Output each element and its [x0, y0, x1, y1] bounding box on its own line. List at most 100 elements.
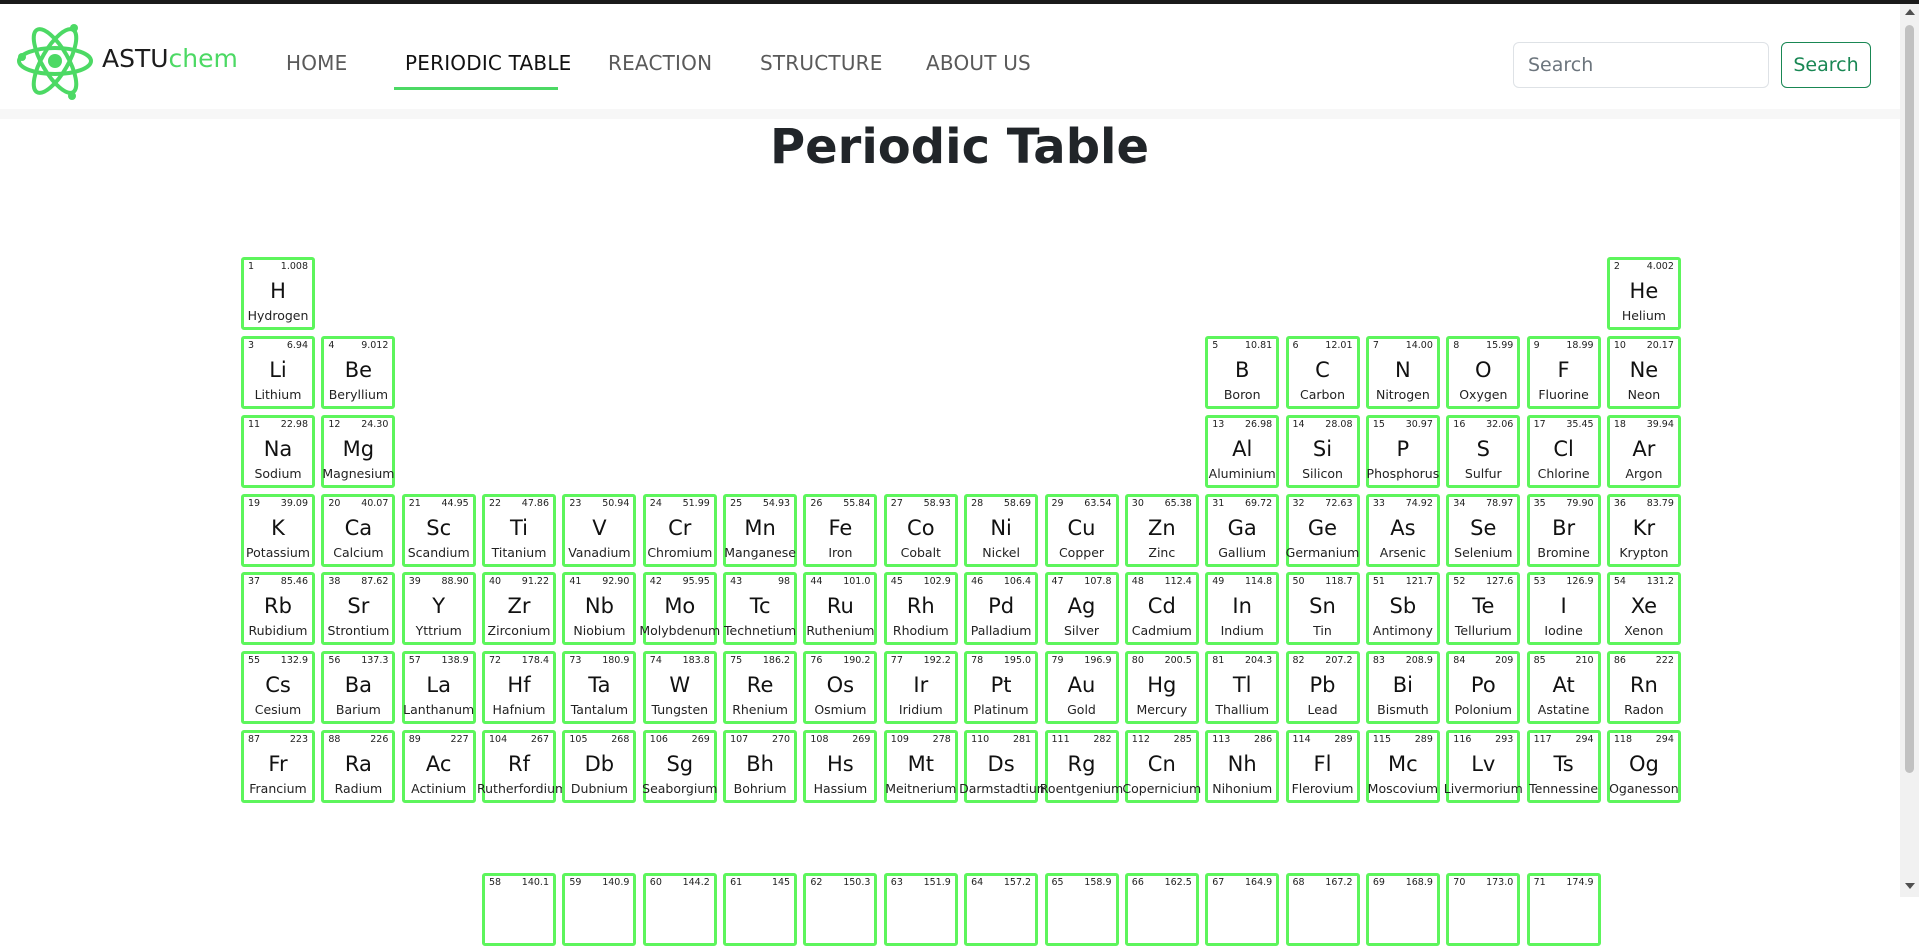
element-cell[interactable]: 20 40.07 Ca Calcium — [321, 494, 396, 567]
element-cell[interactable]: 13 26.98 Al Aluminium — [1205, 415, 1280, 488]
element-cell[interactable]: 108 269 Hs Hassium — [803, 730, 878, 803]
element-cell[interactable]: 39 88.90 Y Yttrium — [401, 572, 476, 645]
element-cell[interactable]: 87 223 Fr Francium — [241, 730, 315, 803]
element-cell[interactable]: 88 226 Ra Radium — [321, 730, 396, 803]
element-cell[interactable]: 107 270 Bh Bohrium — [723, 730, 798, 803]
element-cell[interactable]: 42 95.95 Mo Molybdenum — [639, 572, 720, 645]
element-cell[interactable]: 10 20.17 Ne Neon — [1606, 336, 1681, 409]
element-cell[interactable]: 11 22.98 Na Sodium — [241, 415, 315, 488]
element-cell[interactable]: 70 173.0 — [1446, 873, 1521, 946]
element-cell[interactable]: 117 294 Ts Tennessine — [1526, 730, 1601, 803]
element-cell[interactable]: 58 140.1 — [482, 873, 556, 946]
element-cell[interactable]: 62 150.3 — [803, 873, 878, 946]
element-cell[interactable]: 85 210 At Astatine — [1526, 651, 1601, 724]
brand-name[interactable]: ASTUchem — [102, 44, 238, 74]
element-cell[interactable]: 115 289 Mc Moscovium — [1365, 730, 1440, 803]
element-cell[interactable]: 67 164.9 — [1205, 873, 1280, 946]
element-cell[interactable]: 105 268 Db Dubnium — [562, 730, 637, 803]
element-cell[interactable]: 36 83.79 Kr Krypton — [1606, 494, 1681, 567]
element-cell[interactable]: 57 138.9 La Lanthanum — [401, 651, 476, 724]
element-cell[interactable]: 45 102.9 Rh Rhodium — [883, 572, 958, 645]
element-cell[interactable]: 4 9.012 Be Beryllium — [321, 336, 396, 409]
element-cell[interactable]: 118 294 Og Oganesson — [1606, 730, 1681, 803]
element-cell[interactable]: 46 106.4 Pd Palladium — [964, 572, 1039, 645]
element-cell[interactable]: 66 162.5 — [1124, 873, 1199, 946]
search-input[interactable] — [1513, 42, 1769, 88]
element-cell[interactable]: 34 78.97 Se Selenium — [1446, 494, 1521, 567]
element-cell[interactable]: 17 35.45 Cl Chlorine — [1526, 415, 1601, 488]
element-cell[interactable]: 65 158.9 — [1044, 873, 1119, 946]
element-cell[interactable]: 60 144.2 — [642, 873, 717, 946]
element-cell[interactable]: 1 1.008 H Hydrogen — [241, 257, 315, 330]
element-cell[interactable]: 41 92.90 Nb Niobium — [562, 572, 637, 645]
scroll-down-arrow-icon[interactable] — [1905, 883, 1915, 889]
element-cell[interactable]: 37 85.46 Rb Rubidium — [241, 572, 315, 645]
element-cell[interactable]: 80 200.5 Hg Mercury — [1124, 651, 1199, 724]
element-cell[interactable]: 24 51.99 Cr Chromium — [642, 494, 717, 567]
element-cell[interactable]: 26 55.84 Fe Iron — [803, 494, 878, 567]
element-cell[interactable]: 116 293 Lv Livermorium — [1444, 730, 1523, 803]
element-cell[interactable]: 111 282 Rg Roentgenium — [1040, 730, 1123, 803]
element-cell[interactable]: 68 167.2 — [1285, 873, 1360, 946]
element-cell[interactable]: 78 195.0 Pt Platinum — [964, 651, 1039, 724]
element-cell[interactable]: 30 65.38 Zn Zinc — [1124, 494, 1199, 567]
element-cell[interactable]: 12 24.30 Mg Magnesium — [321, 415, 396, 488]
search-button[interactable]: Search — [1781, 42, 1871, 88]
element-cell[interactable]: 83 208.9 Bi Bismuth — [1365, 651, 1440, 724]
element-cell[interactable]: 44 101.0 Ru Ruthenium — [803, 572, 878, 645]
element-cell[interactable]: 76 190.2 Os Osmium — [803, 651, 878, 724]
element-cell[interactable]: 33 74.92 As Arsenic — [1365, 494, 1440, 567]
element-cell[interactable]: 35 79.90 Br Bromine — [1526, 494, 1601, 567]
element-cell[interactable]: 86 222 Rn Radon — [1606, 651, 1681, 724]
element-cell[interactable]: 113 286 Nh Nihonium — [1205, 730, 1280, 803]
element-cell[interactable]: 106 269 Sg Seaborgium — [642, 730, 717, 803]
element-cell[interactable]: 19 39.09 K Potassium — [241, 494, 315, 567]
element-cell[interactable]: 112 285 Cn Copernicium — [1122, 730, 1201, 803]
element-cell[interactable]: 72 178.4 Hf Hafnium — [482, 651, 556, 724]
element-cell[interactable]: 21 44.95 Sc Scandium — [401, 494, 476, 567]
element-cell[interactable]: 79 196.9 Au Gold — [1044, 651, 1119, 724]
element-cell[interactable]: 49 114.8 In Indium — [1205, 572, 1280, 645]
element-cell[interactable]: 25 54.93 Mn Manganese — [723, 494, 798, 567]
element-cell[interactable]: 28 58.69 Ni Nickel — [964, 494, 1039, 567]
element-cell[interactable]: 43 98 Tc Technetium — [723, 572, 798, 645]
element-cell[interactable]: 53 126.9 I Iodine — [1526, 572, 1601, 645]
element-cell[interactable]: 110 281 Ds Darmstadtium — [959, 730, 1049, 803]
element-cell[interactable]: 81 204.3 Tl Thallium — [1205, 651, 1280, 724]
element-cell[interactable]: 23 50.94 V Vanadium — [562, 494, 637, 567]
element-cell[interactable]: 7 14.00 N Nitrogen — [1365, 336, 1440, 409]
nav-home[interactable]: HOME — [286, 50, 347, 76]
element-cell[interactable]: 32 72.63 Ge Germanium — [1285, 494, 1360, 567]
element-cell[interactable]: 61 145 — [723, 873, 798, 946]
element-cell[interactable]: 114 289 Fl Flerovium — [1285, 730, 1360, 803]
element-cell[interactable]: 104 267 Rf Rutherfordium — [477, 730, 567, 803]
element-cell[interactable]: 59 140.9 — [562, 873, 637, 946]
element-cell[interactable]: 109 278 Mt Meitnerium — [883, 730, 958, 803]
element-cell[interactable]: 47 107.8 Ag Silver — [1044, 572, 1119, 645]
element-cell[interactable]: 3 6.94 Li Lithium — [241, 336, 315, 409]
element-cell[interactable]: 6 12.01 C Carbon — [1285, 336, 1360, 409]
element-cell[interactable]: 52 127.6 Te Tellurium — [1446, 572, 1521, 645]
element-cell[interactable]: 16 32.06 S Sulfur — [1446, 415, 1521, 488]
element-cell[interactable]: 55 132.9 Cs Cesium — [241, 651, 315, 724]
element-cell[interactable]: 75 186.2 Re Rhenium — [723, 651, 798, 724]
element-cell[interactable]: 89 227 Ac Actinium — [401, 730, 476, 803]
element-cell[interactable]: 27 58.93 Co Cobalt — [883, 494, 958, 567]
element-cell[interactable]: 18 39.94 Ar Argon — [1606, 415, 1681, 488]
nav-about-us[interactable]: ABOUT US — [926, 50, 1031, 76]
element-cell[interactable]: 8 15.99 O Oxygen — [1446, 336, 1521, 409]
element-cell[interactable]: 82 207.2 Pb Lead — [1285, 651, 1360, 724]
element-cell[interactable]: 73 180.9 Ta Tantalum — [562, 651, 637, 724]
element-cell[interactable]: 22 47.86 Ti Titanium — [482, 494, 556, 567]
nav-structure[interactable]: STRUCTURE — [760, 50, 883, 76]
element-cell[interactable]: 69 168.9 — [1365, 873, 1440, 946]
element-cell[interactable]: 5 10.81 B Boron — [1205, 336, 1280, 409]
nav-periodic-table[interactable]: PERIODIC TABLE — [405, 50, 572, 76]
element-cell[interactable]: 84 209 Po Polonium — [1446, 651, 1521, 724]
element-cell[interactable]: 2 4.002 He Helium — [1606, 257, 1681, 330]
element-cell[interactable]: 64 157.2 — [964, 873, 1039, 946]
element-cell[interactable]: 74 183.8 W Tungsten — [642, 651, 717, 724]
element-cell[interactable]: 14 28.08 Si Silicon — [1285, 415, 1360, 488]
scrollbar-thumb[interactable] — [1905, 25, 1914, 773]
element-cell[interactable]: 71 174.9 — [1526, 873, 1601, 946]
